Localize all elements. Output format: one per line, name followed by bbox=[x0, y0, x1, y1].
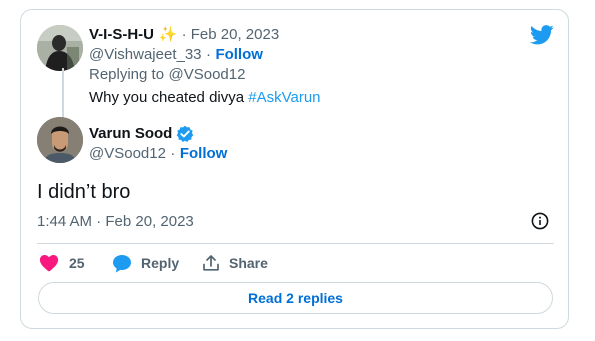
replying-to-prefix: Replying to bbox=[89, 66, 165, 83]
parent-display-name[interactable]: V-I-S-H-U bbox=[89, 26, 154, 43]
like-count: 25 bbox=[69, 255, 85, 271]
share-action[interactable]: Share bbox=[202, 253, 268, 273]
author-handle[interactable]: @VSood12 bbox=[89, 145, 166, 162]
tweet-text: I didn’t bro bbox=[37, 181, 131, 203]
read-replies-button[interactable]: Read 2 replies bbox=[38, 282, 553, 314]
avatar-vishu[interactable] bbox=[37, 25, 83, 71]
share-label: Share bbox=[229, 255, 268, 271]
avatar-varun-sood[interactable] bbox=[37, 117, 83, 163]
parent-handle[interactable]: @Vishwajeet_33 bbox=[89, 46, 202, 63]
read-replies-label: Read 2 replies bbox=[248, 290, 343, 306]
speech-bubble-icon bbox=[113, 254, 131, 272]
reply-action[interactable]: Reply bbox=[112, 253, 179, 273]
share-upload-icon bbox=[203, 255, 219, 271]
thread-connector-line bbox=[62, 68, 64, 124]
actions-divider bbox=[37, 243, 554, 244]
verified-badge-icon bbox=[177, 125, 194, 142]
heart-icon bbox=[39, 255, 59, 272]
parent-tweet-text: Why you cheated divya #AskVarun bbox=[89, 88, 321, 108]
parent-handle-row: @Vishwajeet_33 · Follow bbox=[89, 45, 263, 65]
info-icon[interactable] bbox=[531, 212, 549, 230]
parent-tweet-header: V-I-S-H-U ✨ · Feb 20, 2023 bbox=[89, 25, 279, 45]
tweet-handle-row: @VSood12 · Follow bbox=[89, 144, 227, 164]
twitter-bird-icon[interactable] bbox=[530, 25, 554, 45]
sparkles-emoji: ✨ bbox=[158, 26, 178, 43]
author-display-name[interactable]: Varun Sood bbox=[89, 124, 172, 144]
author-follow-link[interactable]: Follow bbox=[180, 145, 228, 162]
hashtag-link[interactable]: #AskVarun bbox=[248, 89, 320, 106]
reply-label: Reply bbox=[141, 255, 180, 271]
parent-text: Why you cheated divya bbox=[89, 89, 245, 106]
replying-to-handle[interactable]: @VSood12 bbox=[169, 66, 246, 83]
parent-handle-sep: · bbox=[205, 46, 211, 63]
tweet-timestamp[interactable]: 1:44 AM · Feb 20, 2023 bbox=[37, 212, 194, 232]
embedded-tweet-card[interactable]: V-I-S-H-U ✨ · Feb 20, 2023 @Vishwajeet_3… bbox=[20, 9, 569, 329]
parent-date[interactable]: · Feb 20, 2023 bbox=[182, 26, 280, 43]
avatar-image bbox=[37, 117, 83, 163]
author-handle-sep: · bbox=[170, 145, 176, 162]
parent-follow-link[interactable]: Follow bbox=[215, 46, 263, 63]
tweet-author-row: Varun Sood bbox=[89, 124, 194, 144]
like-action[interactable]: 25 bbox=[39, 253, 85, 273]
replying-to-row: Replying to @VSood12 bbox=[89, 65, 245, 85]
avatar-image bbox=[37, 25, 83, 71]
